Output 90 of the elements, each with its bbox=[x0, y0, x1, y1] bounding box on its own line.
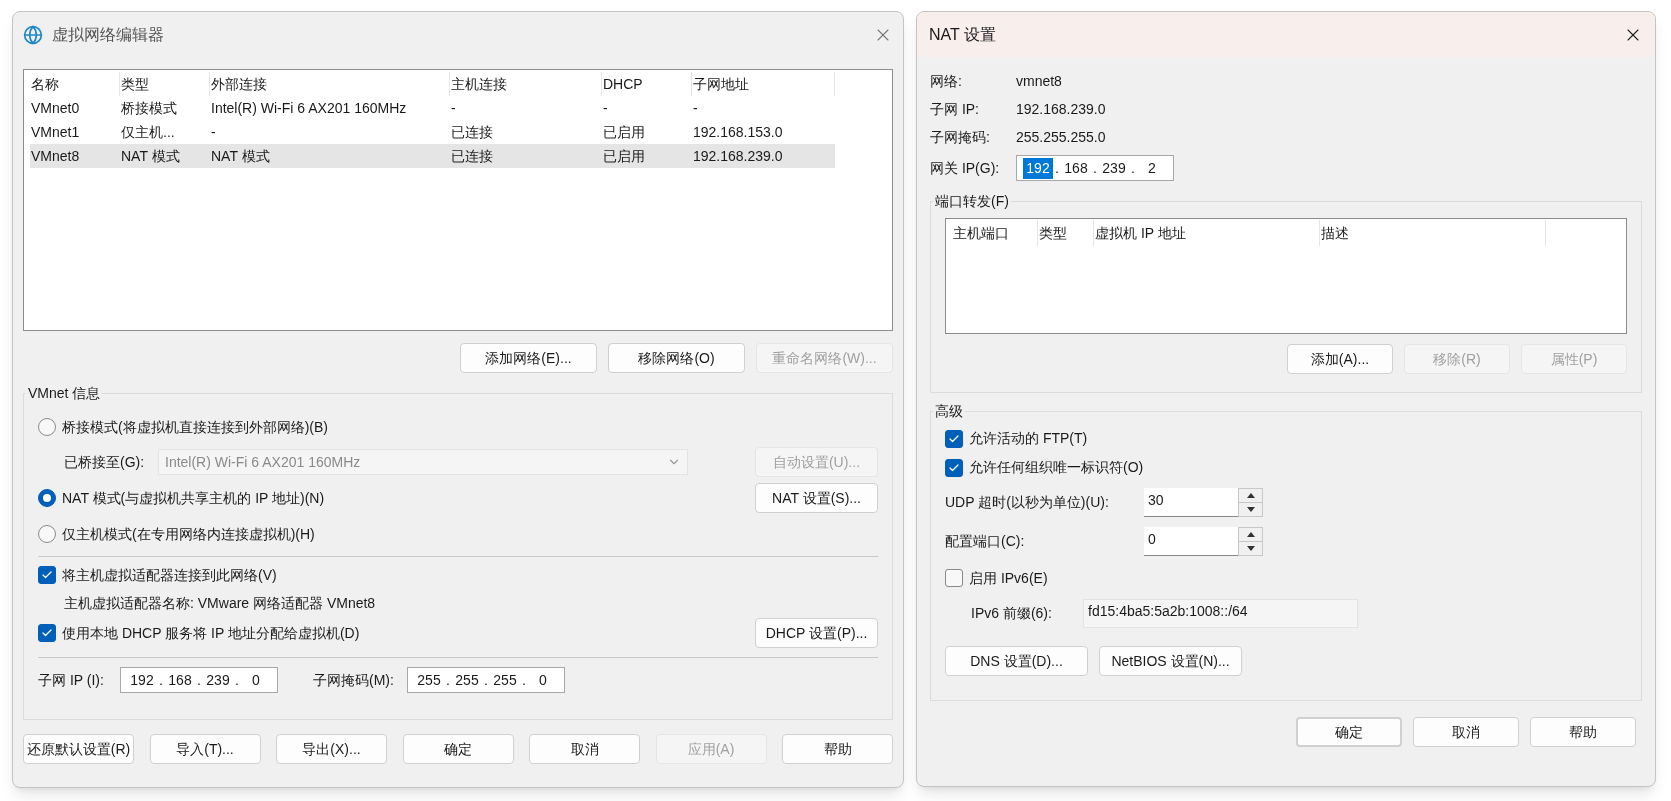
window-title: NAT 设置 bbox=[929, 24, 996, 45]
nat-settings-button[interactable]: NAT 设置(S)... bbox=[755, 483, 878, 513]
checkbox[interactable] bbox=[38, 566, 56, 584]
group-title: 高级 bbox=[934, 402, 964, 421]
column-header[interactable]: 外部连接 bbox=[210, 72, 450, 96]
subnet-ip-field[interactable]: 192 . 168 . 239 . 0 bbox=[120, 667, 278, 693]
dialog-button[interactable]: 取消 bbox=[529, 734, 640, 764]
checkbox-label: 使用本地 DHCP 服务将 IP 地址分配给虚拟机(D) bbox=[62, 623, 360, 643]
gateway-ip-field[interactable]: 192 . 168 . 239 . 2 bbox=[1016, 155, 1174, 181]
dialog-button[interactable]: 导出(X)... bbox=[276, 734, 387, 764]
column-header[interactable]: 主机端口 bbox=[952, 220, 1038, 246]
check-icon bbox=[41, 627, 53, 639]
table-cell-text: 192.168.153.0 bbox=[692, 122, 784, 142]
table-cell-text: VMnet8 bbox=[30, 146, 81, 166]
group-title: VMnet 信息 bbox=[27, 384, 102, 403]
field-label: UDP 超时(以秒为单位)(U): bbox=[945, 492, 1110, 512]
radio-button[interactable] bbox=[38, 418, 56, 436]
table-cell-text: VMnet1 bbox=[30, 122, 81, 142]
table-row[interactable]: VMnet8 NAT 模式 NAT 模式 已连接 已启用 192.168.239.0 bbox=[30, 144, 835, 168]
table-cell-text: 192.168.239.0 bbox=[692, 146, 784, 166]
table-row[interactable]: VMnet0 桥接模式 Intel(R) Wi-Fi 6 AX201 160MHz - - - bbox=[30, 96, 835, 120]
table-cell-text: VMnet0 bbox=[30, 98, 81, 118]
checkbox-label: 将主机虚拟适配器连接到此网络(V) bbox=[62, 565, 277, 585]
checkbox[interactable] bbox=[945, 458, 963, 477]
config-port-field[interactable]: 0 bbox=[1144, 526, 1238, 556]
table-cell-text: - bbox=[692, 98, 699, 118]
table-cell-text: - bbox=[210, 122, 217, 142]
dialog-button[interactable]: 确定 bbox=[402, 734, 514, 764]
info-label: 子网 IP: bbox=[930, 99, 980, 119]
checkbox-label: 启用 IPv6(E) bbox=[969, 568, 1048, 588]
table-cell-text: NAT 模式 bbox=[210, 146, 271, 166]
field-label: 网关 IP(G): bbox=[930, 158, 1001, 178]
radio-label: 桥接模式(将虚拟机直接连接到外部网络)(B) bbox=[62, 417, 328, 437]
dialog-button[interactable]: 帮助 bbox=[782, 734, 893, 764]
radio-label: NAT 模式(与虚拟机共享主机的 IP 地址)(N) bbox=[62, 488, 325, 508]
table-cell-text: 已连接 bbox=[450, 122, 494, 142]
window-title: 虚拟网络编辑器 bbox=[52, 24, 164, 45]
checkbox-label: 允许任何组织唯一标识符(O) bbox=[969, 458, 1144, 477]
check-icon bbox=[41, 569, 53, 581]
table-cell-text: 已连接 bbox=[450, 146, 494, 166]
info-value: 255.255.255.0 bbox=[1016, 127, 1106, 147]
column-header[interactable]: 描述 bbox=[1320, 220, 1546, 246]
radio-button[interactable] bbox=[38, 489, 56, 507]
list-action-button[interactable]: 添加网络(E)... bbox=[460, 343, 597, 373]
radio-label: 仅主机模式(在专用网络内连接虚拟机)(H) bbox=[62, 524, 315, 544]
advanced-settings-button[interactable]: NetBIOS 设置(N)... bbox=[1099, 646, 1242, 676]
globe-icon bbox=[23, 24, 43, 45]
table-cell-text: Intel(R) Wi-Fi 6 AX201 160MHz bbox=[210, 98, 408, 118]
dialog-button[interactable]: 导入(T)... bbox=[149, 734, 261, 764]
dialog-button[interactable]: 取消 bbox=[1413, 717, 1519, 747]
table-cell-text: 已启用 bbox=[602, 122, 646, 142]
info-value: 192.168.239.0 bbox=[1016, 99, 1106, 119]
column-header[interactable]: 虚拟机 IP 地址 bbox=[1094, 220, 1320, 246]
udp-timeout-field[interactable]: 30 bbox=[1144, 487, 1238, 517]
field-label: 子网 IP (I): bbox=[38, 670, 105, 690]
column-header[interactable]: DHCP bbox=[602, 72, 692, 96]
port-action-button[interactable]: 添加(A)... bbox=[1287, 344, 1393, 374]
table-row[interactable]: VMnet1 仅主机... - 已连接 已启用 192.168.153.0 bbox=[30, 120, 835, 144]
checkbox[interactable] bbox=[38, 624, 56, 642]
checkbox[interactable] bbox=[945, 569, 963, 587]
table-cell-text: 已启用 bbox=[602, 146, 646, 166]
field-label: 已桥接至(G): bbox=[64, 452, 146, 472]
column-header[interactable]: 主机连接 bbox=[450, 72, 602, 96]
adapter-name-text: 主机虚拟适配器名称: VMware 网络适配器 VMnet8 bbox=[64, 593, 376, 613]
table-cell-text: 仅主机... bbox=[120, 122, 176, 142]
column-header[interactable]: 类型 bbox=[120, 72, 210, 96]
table-cell-text: 桥接模式 bbox=[120, 98, 178, 118]
dialog-button[interactable]: 还原默认设置(R) bbox=[23, 734, 134, 764]
field-label: 子网掩码(M): bbox=[313, 670, 395, 690]
list-action-button[interactable]: 移除网络(O) bbox=[608, 343, 745, 373]
radio-button[interactable] bbox=[38, 525, 56, 543]
column-header[interactable]: 名称 bbox=[30, 72, 120, 96]
advanced-settings-button[interactable]: DNS 设置(D)... bbox=[945, 646, 1088, 676]
checkbox-label: 允许活动的 FTP(T) bbox=[969, 429, 1088, 448]
subnet-mask-field[interactable]: 255 . 255 . 255 . 0 bbox=[407, 667, 565, 693]
info-label: 子网掩码: bbox=[930, 127, 991, 147]
dialog-button[interactable]: 帮助 bbox=[1530, 717, 1636, 747]
info-value: vmnet8 bbox=[1016, 71, 1062, 91]
field-label: IPv6 前缀(6): bbox=[971, 603, 1053, 623]
dhcp-settings-button[interactable]: DHCP 设置(P)... bbox=[755, 618, 878, 648]
dialog-button[interactable]: 确定 bbox=[1296, 717, 1402, 747]
column-header[interactable]: 类型 bbox=[1038, 220, 1094, 246]
field-label: 配置端口(C): bbox=[945, 531, 1026, 551]
column-header[interactable]: 子网地址 bbox=[692, 72, 835, 96]
table-cell-text: - bbox=[450, 98, 457, 118]
table-cell-text: NAT 模式 bbox=[120, 146, 181, 166]
info-label: 网络: bbox=[930, 71, 963, 91]
table-cell-text: - bbox=[602, 98, 609, 118]
checkbox[interactable] bbox=[945, 429, 963, 448]
group-title: 端口转发(F) bbox=[934, 192, 1010, 211]
